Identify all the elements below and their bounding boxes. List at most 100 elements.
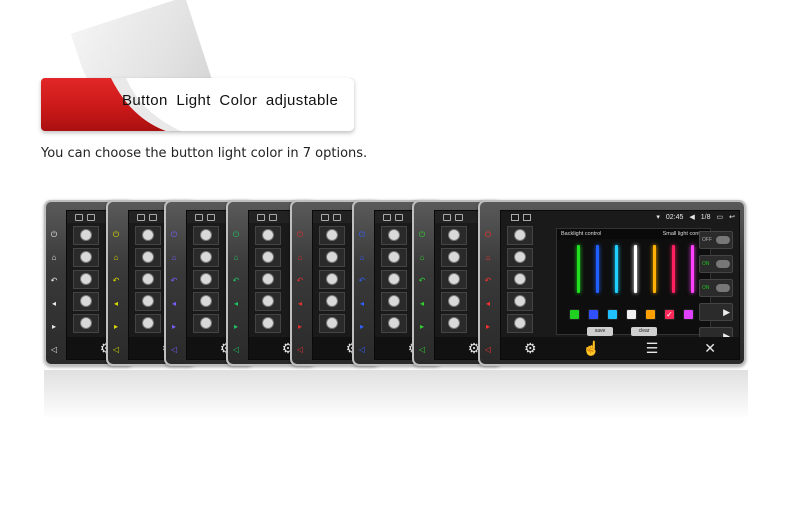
power-icon: ⏻ (484, 230, 492, 239)
vol-down-icon: ▸ (297, 322, 302, 331)
back-icon: ↶ (170, 276, 178, 285)
window-icon[interactable]: ▭ (717, 213, 724, 221)
cam-icon (441, 313, 467, 333)
color-bar (577, 245, 580, 293)
bluetooth-icon (381, 269, 407, 289)
nav-icon: ◁ (170, 345, 178, 354)
on-toggle-2[interactable]: ON (699, 279, 733, 297)
ir-icon (441, 291, 467, 311)
color-swatch[interactable] (683, 309, 694, 320)
color-swatch[interactable] (626, 309, 637, 320)
cam-icon (73, 313, 99, 333)
color-bars (569, 245, 704, 305)
on-toggle-1[interactable]: ON (699, 255, 733, 273)
save-button[interactable]: save (587, 327, 613, 336)
cam-icon (319, 313, 345, 333)
panel-buttons: save clear (587, 327, 657, 336)
nav-icon: ◁ (112, 345, 120, 354)
home-icon: ⌂ (419, 253, 425, 262)
reflection (44, 370, 748, 420)
color-bar (653, 245, 656, 293)
volume-icon (381, 247, 407, 267)
wifi-icon: ▾ (656, 214, 660, 221)
settings-icon (381, 225, 407, 245)
color-swatch[interactable] (569, 309, 580, 320)
nav-icon: ◁ (358, 345, 366, 354)
bluetooth-icon[interactable] (507, 269, 533, 289)
on-label-2: ON (702, 285, 710, 291)
color-swatch[interactable] (588, 309, 599, 320)
clock: 02:45 (665, 213, 684, 221)
cam-icon (381, 313, 407, 333)
gear-icon[interactable]: ⚙ (524, 340, 537, 357)
touch-icon[interactable]: ☝ (582, 340, 599, 357)
bezel-buttons: ⏻ ⌂ ↶ ◂ ▸ ◁ (418, 230, 428, 364)
color-bar (596, 245, 599, 293)
power-icon: ⏻ (358, 230, 366, 239)
settings-icon[interactable] (507, 225, 533, 245)
back-icon: ↶ (484, 276, 492, 285)
volume-icon[interactable] (507, 247, 533, 267)
bezel-buttons: ⏻ ⌂ ↶ ◂ ▸ ◁ (50, 230, 60, 364)
volume-icon (319, 247, 345, 267)
home-icon: ⌂ (233, 253, 239, 262)
home-icon: ⌂ (359, 253, 365, 262)
back-icon: ↶ (50, 276, 58, 285)
off-toggle[interactable]: OFF (699, 231, 733, 249)
bezel-buttons: ⏻ ⌂ ↶ ◂ ▸ ◁ (112, 230, 122, 364)
cam-icon (193, 313, 219, 333)
bluetooth-icon (441, 269, 467, 289)
nav-icon: ◁ (484, 345, 492, 354)
home-status-icon (511, 213, 519, 221)
settings-icon (135, 225, 161, 245)
bluetooth-icon (135, 269, 161, 289)
bottom-bar: ⚙ ☝ ☰ ✕ (501, 337, 739, 359)
back-icon: ↶ (112, 276, 120, 285)
bluetooth-icon (73, 269, 99, 289)
play-button-1[interactable]: ▶ (699, 303, 733, 321)
ir-icon (319, 291, 345, 311)
tools-icon[interactable]: ✕ (704, 340, 716, 357)
color-swatch[interactable]: ✓ (664, 309, 675, 320)
vol-up-icon: ◂ (419, 299, 424, 308)
power-icon: ⏻ (170, 230, 178, 239)
cam-icon[interactable] (507, 313, 533, 333)
settings-icon (441, 225, 467, 245)
home-icon: ⌂ (113, 253, 119, 262)
on-label-1: ON (702, 261, 710, 267)
bezel-buttons: ⏻ ⌂ ↶ ◂ ▸ ◁ (232, 230, 242, 364)
device-front: ⏻ ⌂ ↶ ◂ ▸ ◁ ▾ 02:45 ◀ 1/8 ▭ ↩ Backlight … (478, 200, 746, 366)
volume-status-icon: ◀ (689, 214, 695, 221)
ir-icon (193, 291, 219, 311)
vol-up-icon: ◂ (359, 299, 364, 308)
vol-down-icon: ▸ (419, 322, 424, 331)
bezel-buttons: ⏻ ⌂ ↶ ◂ ▸ ◁ (358, 230, 368, 364)
vol-up-icon: ◂ (233, 299, 238, 308)
ir-icon[interactable] (507, 291, 533, 311)
play-icon: ▶ (723, 306, 730, 317)
color-bar (672, 245, 675, 293)
color-swatch[interactable] (607, 309, 618, 320)
color-bar (634, 245, 637, 293)
settings-icon (193, 225, 219, 245)
home-icon: ⌂ (297, 253, 303, 262)
home-icon: ⌂ (171, 253, 177, 262)
power-icon: ⏻ (296, 230, 304, 239)
nav-icon: ◁ (418, 345, 426, 354)
back-icon: ↶ (418, 276, 426, 285)
vol-down-icon: ▸ (171, 322, 176, 331)
vol-down-icon: ▸ (233, 322, 238, 331)
off-label: OFF (702, 237, 712, 243)
color-bar (615, 245, 618, 293)
color-swatch[interactable] (645, 309, 656, 320)
equalizer-icon[interactable]: ☰ (646, 340, 659, 357)
bluetooth-icon (193, 269, 219, 289)
vol-up-icon: ◂ (485, 299, 490, 308)
vol-up-icon: ◂ (297, 299, 302, 308)
volume-icon (135, 247, 161, 267)
color-bar (691, 245, 694, 293)
bezel-buttons: ⏻ ⌂ ↶ ◂ ▸ ◁ (170, 230, 180, 364)
return-icon[interactable]: ↩ (729, 213, 735, 221)
settings-icon (73, 225, 99, 245)
clear-button[interactable]: clear (631, 327, 657, 336)
